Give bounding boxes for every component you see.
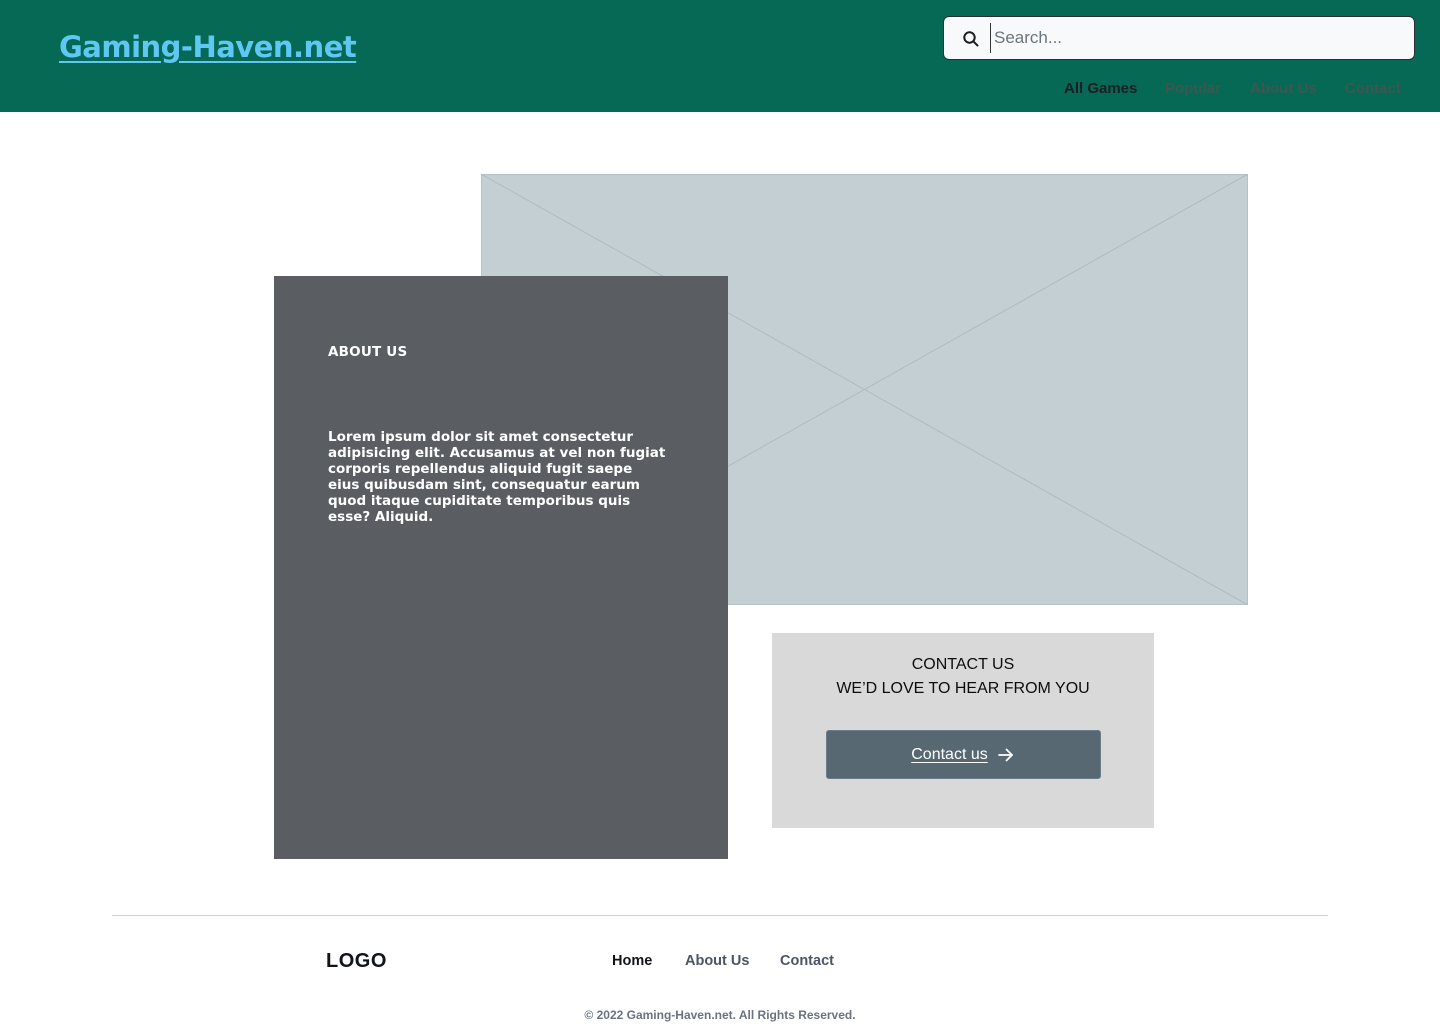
contact-title: CONTACT US (911, 656, 1015, 673)
footer-nav-home[interactable]: Home (612, 953, 652, 969)
about-card: ABOUT US Lorem ipsum dolor sit amet cons… (274, 276, 728, 859)
nav-contact[interactable]: Contact (1345, 80, 1401, 97)
footer-divider (112, 915, 1328, 916)
search-icon (963, 31, 979, 47)
arrow-right-icon (997, 748, 1013, 761)
footer-nav-contact[interactable]: Contact (780, 953, 834, 969)
copyright-text: © 2022 Gaming-Haven.net. All Rights Rese… (584, 1008, 856, 1022)
footer-logo[interactable]: LOGO (326, 950, 387, 973)
contact-us-button[interactable]: Contact us (826, 730, 1101, 779)
search-input[interactable] (990, 23, 1400, 53)
contact-card: CONTACT US WE’D LOVE TO HEAR FROM YOU Co… (772, 633, 1154, 828)
about-text: Lorem ipsum dolor sit amet consectetur a… (328, 429, 666, 525)
nav-all-games[interactable]: All Games (1064, 80, 1137, 97)
nav-popular[interactable]: Popular (1165, 80, 1221, 97)
contact-us-button-label: Contact us (911, 745, 988, 763)
search-box[interactable] (943, 16, 1415, 60)
contact-subtitle: WE’D LOVE TO HEAR FROM YOU (836, 680, 1090, 697)
site-brand-link[interactable]: Gaming-Haven.net (59, 30, 357, 64)
footer-nav-about-us[interactable]: About Us (685, 953, 749, 969)
about-title: ABOUT US (328, 344, 408, 360)
site-header: Gaming-Haven.net All Games Popular About… (0, 0, 1440, 112)
nav-about-us[interactable]: About Us (1250, 80, 1317, 97)
